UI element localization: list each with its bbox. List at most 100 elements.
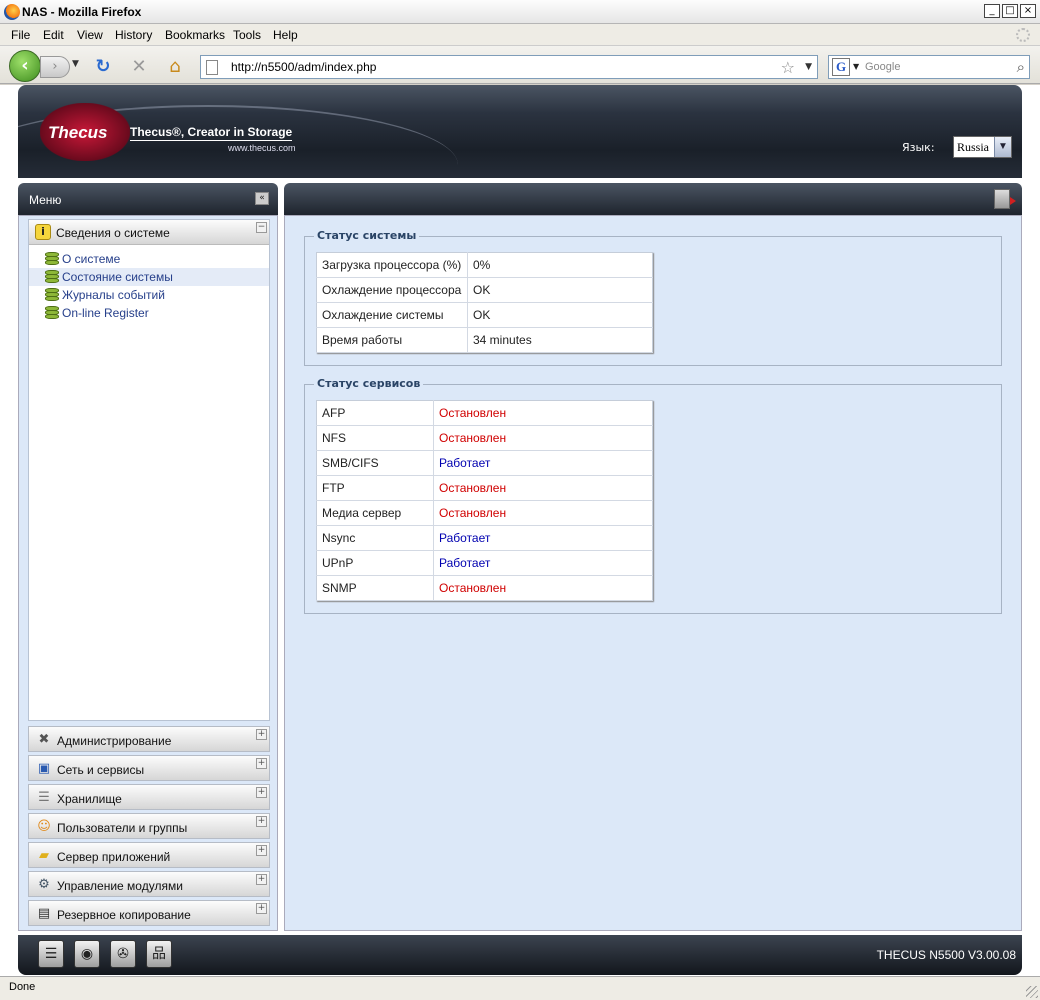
service-name: FTP xyxy=(316,475,434,501)
minimize-button[interactable]: _ xyxy=(984,4,1000,18)
maximize-button[interactable]: □ xyxy=(1002,4,1018,18)
navigation-toolbar: ‹ › ▼ ↻ ✕ ⌂ http://n5500/adm/index.php ☆… xyxy=(0,46,1040,84)
status-key: Загрузка процессора (%) xyxy=(316,252,468,278)
service-name: AFP xyxy=(316,400,434,426)
service-state: Остановлен xyxy=(433,425,653,451)
content-panel: Статус системы Загрузка процессора (%) 0… xyxy=(284,215,1022,931)
collapse-section-button[interactable]: − xyxy=(256,222,267,233)
menu-bookmarks[interactable]: Bookmarks xyxy=(165,28,225,42)
status-value: 34 minutes xyxy=(467,327,653,353)
expand-icon[interactable]: + xyxy=(256,758,267,769)
service-state: Работает xyxy=(433,550,653,576)
home-icon[interactable]: ⌂ xyxy=(164,56,186,78)
system-status-group: Статус системы Загрузка процессора (%) 0… xyxy=(304,229,1002,366)
disk-icon[interactable]: ◉ xyxy=(74,940,100,968)
expand-icon[interactable]: + xyxy=(256,787,267,798)
sidebar-item-label: Журналы событий xyxy=(62,288,165,302)
sidebar-section-system-info[interactable]: i Сведения о системе − xyxy=(29,220,269,245)
reload-icon[interactable]: ↻ xyxy=(92,56,114,78)
resize-grip-icon[interactable] xyxy=(1026,986,1038,998)
menu-view[interactable]: View xyxy=(77,28,103,42)
sidebar: i Сведения о системе − О системе Состоян… xyxy=(18,215,278,931)
bookmark-star-icon[interactable]: ☆ xyxy=(781,58,795,77)
search-icon[interactable]: ⌕ xyxy=(1017,58,1025,76)
sidebar-group-administration[interactable]: ✖ Администрирование + xyxy=(28,726,270,752)
sidebar-item-label: Состояние системы xyxy=(62,270,173,284)
users-icon: ☺ xyxy=(37,819,51,834)
table-row: SNMP Остановлен xyxy=(316,575,653,601)
search-engine-dropdown-icon[interactable]: ▼ xyxy=(853,62,859,71)
history-dropdown-icon[interactable]: ▼ xyxy=(72,59,79,69)
status-text: Done xyxy=(9,981,36,993)
gears-icon: ⚙ xyxy=(38,877,50,892)
status-key: Охлаждение процессора xyxy=(316,277,468,303)
page-content: Thecus Thecus®, Creator in Storage www.t… xyxy=(0,85,1040,976)
menu-history[interactable]: History xyxy=(115,28,152,42)
close-button[interactable]: × xyxy=(1020,4,1036,18)
table-row: NFS Остановлен xyxy=(316,425,653,451)
chevron-down-icon[interactable]: ▼ xyxy=(994,137,1011,157)
group-label: Администрирование xyxy=(57,734,172,748)
status-key: Время работы xyxy=(316,327,468,353)
menu-file[interactable]: File xyxy=(11,28,30,42)
sidebar-group-backup[interactable]: ▤ Резервное копирование + xyxy=(28,900,270,926)
language-select[interactable]: Russia ▼ xyxy=(953,136,1012,158)
service-state: Остановлен xyxy=(433,475,653,501)
sidebar-group-storage[interactable]: ☰ Хранилище + xyxy=(28,784,270,810)
tools-icon: ✖ xyxy=(38,732,50,747)
app-footer: ☰ ◉ ✇ 品 THECUS N5500 V3.00.08 xyxy=(18,935,1022,975)
status-value: OK xyxy=(467,302,653,328)
network-tree-icon[interactable]: 品 xyxy=(146,940,172,968)
stack-icon xyxy=(45,252,59,265)
back-button[interactable]: ‹ xyxy=(9,50,41,82)
firmware-version: THECUS N5500 V3.00.08 xyxy=(876,948,1016,962)
sidebar-group-users[interactable]: ☺ Пользователи и группы + xyxy=(28,813,270,839)
system-status-legend: Статус системы xyxy=(314,229,420,242)
logout-icon[interactable] xyxy=(994,189,1016,209)
stack-icon xyxy=(45,306,59,319)
sidebar-item-label: О системе xyxy=(62,252,121,266)
group-label: Пользователи и группы xyxy=(57,821,188,835)
header-website: www.thecus.com xyxy=(228,143,296,153)
table-row: UPnP Работает xyxy=(316,550,653,576)
forward-button[interactable]: › xyxy=(40,56,70,78)
expand-icon[interactable]: + xyxy=(256,874,267,885)
table-row: Nsync Работает xyxy=(316,525,653,551)
folder-icon: ▰ xyxy=(39,848,49,863)
collapse-menu-button[interactable]: « xyxy=(255,192,269,205)
search-bar[interactable]: G ▼ Google ⌕ xyxy=(828,55,1030,79)
menu-help[interactable]: Help xyxy=(273,28,298,42)
service-status-legend: Статус сервисов xyxy=(314,377,424,390)
sidebar-group-modules[interactable]: ⚙ Управление модулями + xyxy=(28,871,270,897)
sidebar-item-about[interactable]: О системе xyxy=(29,250,269,268)
table-row: FTP Остановлен xyxy=(316,475,653,501)
fan-icon[interactable]: ✇ xyxy=(110,940,136,968)
menu-bar: File Edit View History Bookmarks Tools H… xyxy=(0,24,1040,46)
sidebar-item-event-logs[interactable]: Журналы событий xyxy=(29,286,269,304)
sidebar-item-system-status[interactable]: Состояние системы xyxy=(29,268,269,286)
service-name: NFS xyxy=(316,425,434,451)
sidebar-item-online-register[interactable]: On-line Register xyxy=(29,304,269,322)
expand-icon[interactable]: + xyxy=(256,903,267,914)
menu-edit[interactable]: Edit xyxy=(43,28,64,42)
table-row: AFP Остановлен xyxy=(316,400,653,426)
stop-icon[interactable]: ✕ xyxy=(128,56,150,78)
sidebar-group-network[interactable]: ▣ Сеть и сервисы + xyxy=(28,755,270,781)
url-bar[interactable]: http://n5500/adm/index.php ☆ ▼ xyxy=(200,55,818,79)
server-icon[interactable]: ☰ xyxy=(38,940,64,968)
service-state: Работает xyxy=(433,525,653,551)
sidebar-group-app-server[interactable]: ▰ Сервер приложений + xyxy=(28,842,270,868)
system-status-table: Загрузка процессора (%) 0% Охлаждение пр… xyxy=(316,252,653,353)
url-dropdown-icon[interactable]: ▼ xyxy=(805,62,812,72)
expand-icon[interactable]: + xyxy=(256,845,267,856)
google-icon[interactable]: G xyxy=(832,58,850,76)
storage-icon: ☰ xyxy=(38,790,50,805)
expand-icon[interactable]: + xyxy=(256,816,267,827)
service-state: Остановлен xyxy=(433,500,653,526)
throbber-icon xyxy=(1016,28,1030,42)
menu-tools[interactable]: Tools xyxy=(233,28,261,42)
window-title: NAS - Mozilla Firefox xyxy=(22,5,142,19)
window-titlebar: NAS - Mozilla Firefox _ □ × xyxy=(0,0,1040,24)
thecus-logo: Thecus xyxy=(48,123,108,142)
expand-icon[interactable]: + xyxy=(256,729,267,740)
